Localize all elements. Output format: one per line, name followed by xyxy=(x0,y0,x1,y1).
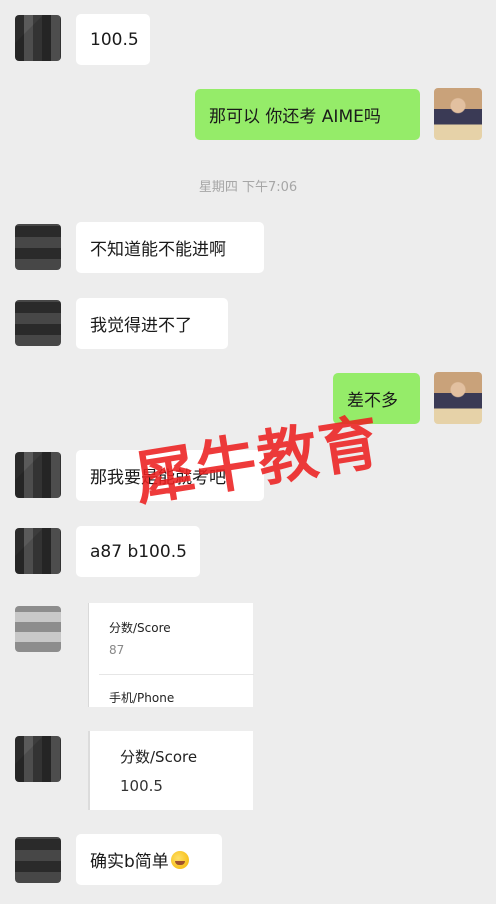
message-bubble[interactable]: 不知道能不能进啊 xyxy=(76,222,264,273)
contact-avatar[interactable] xyxy=(15,837,61,883)
score-screenshot-image[interactable]: 分数/Score 87 手机/Phone xyxy=(88,603,254,707)
score-label: 分数/Score xyxy=(109,621,171,635)
message-text: 确实b简单 xyxy=(90,852,169,872)
message-text: 那可以 你还考 AIME吗 xyxy=(209,107,381,127)
contact-avatar[interactable] xyxy=(15,452,61,498)
message-bubble[interactable]: 确实b简单 xyxy=(76,834,222,885)
message-bubble-sent[interactable]: 那可以 你还考 AIME吗 xyxy=(195,89,420,140)
message-bubble[interactable]: a87 b100.5 xyxy=(76,526,200,577)
user-avatar[interactable] xyxy=(434,372,482,424)
chat-timestamp: 星期四 下午7:06 xyxy=(198,180,298,195)
contact-avatar[interactable] xyxy=(15,224,61,270)
score-value: 87 xyxy=(109,643,125,657)
message-text: 100.5 xyxy=(90,29,139,50)
contact-avatar[interactable] xyxy=(15,528,61,574)
user-avatar[interactable] xyxy=(434,88,482,140)
laughing-emoji-icon xyxy=(170,850,189,869)
message-text: a87 b100.5 xyxy=(90,541,187,562)
message-text: 我觉得进不了 xyxy=(90,316,192,336)
contact-avatar[interactable] xyxy=(15,736,61,782)
message-bubble[interactable]: 我觉得进不了 xyxy=(76,298,228,349)
phone-label: 手机/Phone xyxy=(109,691,175,705)
contact-avatar[interactable] xyxy=(15,606,61,652)
score-screenshot-image[interactable]: 分数/Score 100.5 xyxy=(88,731,253,810)
message-bubble[interactable]: 100.5 xyxy=(76,14,150,65)
score-label: 分数/Score xyxy=(120,748,198,766)
divider xyxy=(99,674,254,675)
contact-avatar[interactable] xyxy=(15,15,61,61)
score-value: 100.5 xyxy=(120,777,163,795)
message-text: 不知道能不能进啊 xyxy=(90,240,226,260)
watermark: 犀牛教育 xyxy=(130,407,387,515)
contact-avatar[interactable] xyxy=(15,300,61,346)
